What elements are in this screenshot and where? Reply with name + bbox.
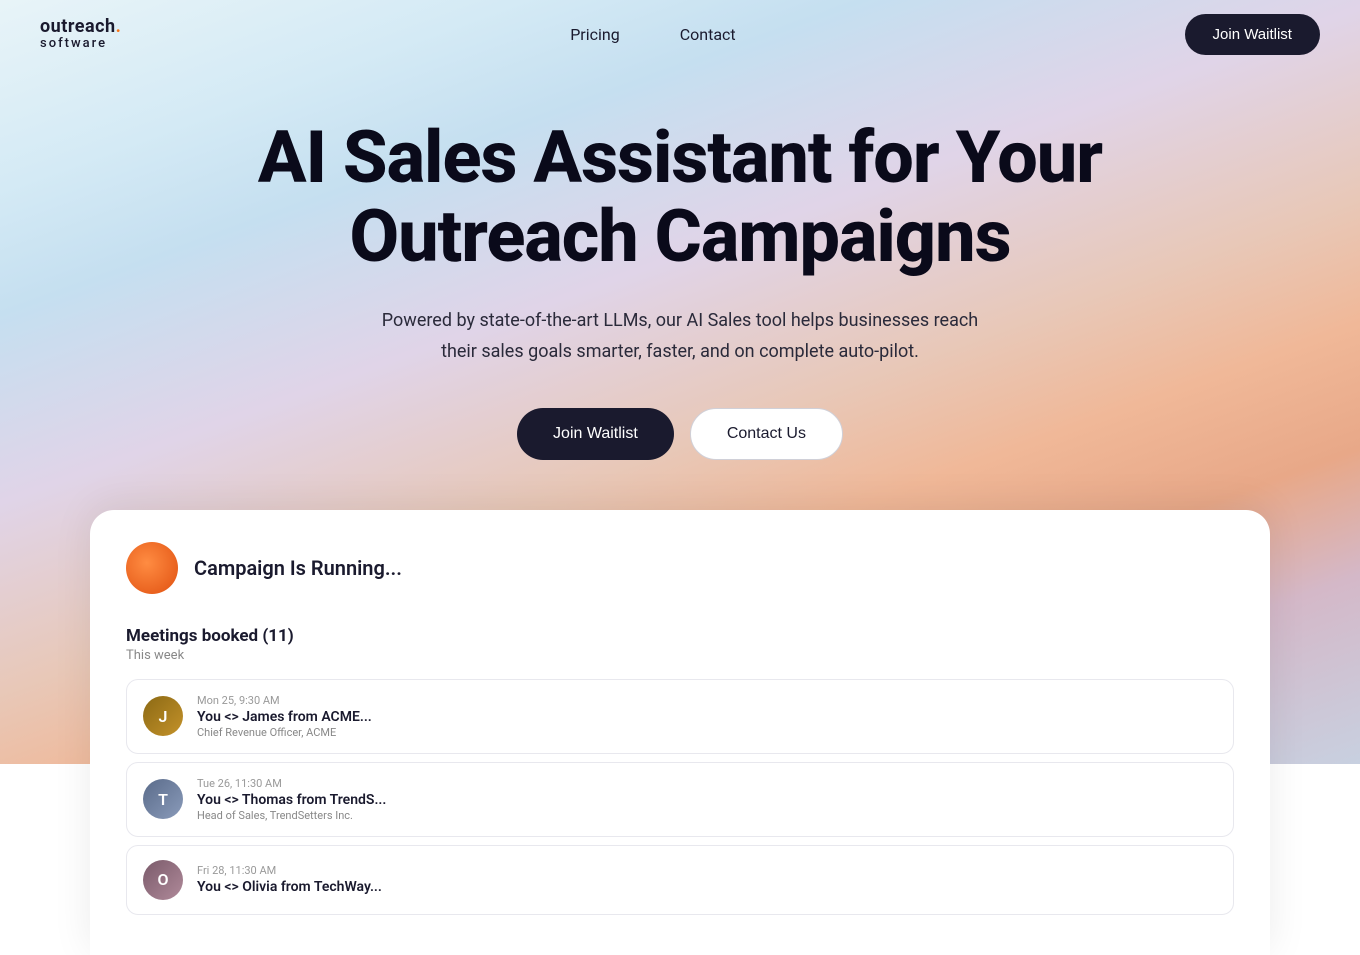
meetings-week: This week [126,648,1234,663]
meeting-name-olivia: You <> Olivia from TechWay... [197,879,1217,895]
meeting-role-thomas: Head of Sales, TrendSetters Inc. [197,809,1217,822]
meeting-name-james: You <> James from ACME... [197,709,1217,725]
campaign-card: Campaign Is Running... Meetings booked (… [90,510,1270,955]
hero-join-waitlist-button[interactable]: Join Waitlist [517,408,674,460]
nav-pricing[interactable]: Pricing [570,25,620,44]
meeting-info-olivia: Fri 28, 11:30 AM You <> Olivia from Tech… [197,864,1217,896]
meeting-info-thomas: Tue 26, 11:30 AM You <> Thomas from Tren… [197,777,1217,822]
meeting-item[interactable]: T Tue 26, 11:30 AM You <> Thomas from Tr… [126,762,1234,837]
meeting-role-james: Chief Revenue Officer, ACME [197,726,1217,739]
campaign-status: Campaign Is Running... [194,556,402,580]
logo-suffix: software [40,37,121,51]
logo-name: outreach. [40,17,121,37]
nav-join-waitlist-button[interactable]: Join Waitlist [1185,14,1320,55]
hero-contact-us-button[interactable]: Contact Us [690,408,843,460]
avatar-thomas: T [143,779,183,819]
navbar: outreach. software Pricing Contact Join … [0,0,1360,68]
meetings-header: Meetings booked (11) This week [126,626,1234,663]
logo[interactable]: outreach. software [40,17,121,51]
hero-subtitle: Powered by state-of-the-art LLMs, our AI… [380,306,980,367]
avatar-olivia: O [143,860,183,900]
meetings-title: Meetings booked (11) [126,626,1234,646]
hero-buttons: Join Waitlist Contact Us [0,408,1360,460]
meeting-info-james: Mon 25, 9:30 AM You <> James from ACME..… [197,694,1217,739]
meeting-time-james: Mon 25, 9:30 AM [197,694,1217,707]
campaign-header: Campaign Is Running... [126,542,1234,594]
meeting-item[interactable]: J Mon 25, 9:30 AM You <> James from ACME… [126,679,1234,754]
meeting-name-thomas: You <> Thomas from TrendS... [197,792,1217,808]
hero-section: AI Sales Assistant for Your Outreach Cam… [0,68,1360,460]
campaign-icon [126,542,178,594]
meeting-item[interactable]: O Fri 28, 11:30 AM You <> Olivia from Te… [126,845,1234,915]
meeting-time-thomas: Tue 26, 11:30 AM [197,777,1217,790]
meeting-time-olivia: Fri 28, 11:30 AM [197,864,1217,877]
nav-links: Pricing Contact [570,25,735,44]
nav-contact[interactable]: Contact [680,25,736,44]
hero-title: AI Sales Assistant for Your Outreach Cam… [230,118,1130,276]
avatar-james: J [143,696,183,736]
